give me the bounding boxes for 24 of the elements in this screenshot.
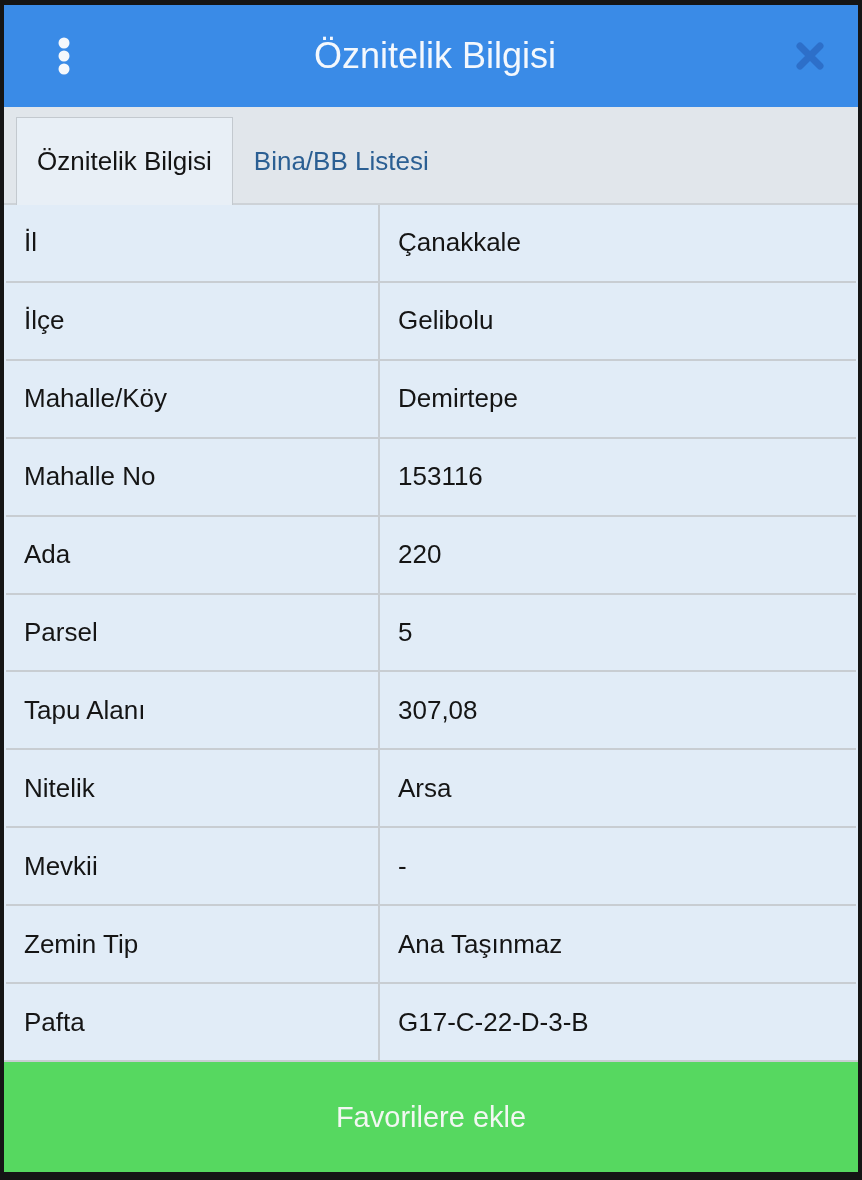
label-cell: Mahalle/Köy — [6, 360, 380, 437]
value-cell-text: 307,08 — [397, 693, 479, 727]
value-cell-text: Gelibolu — [397, 304, 495, 338]
label-cell: İl — [6, 205, 380, 281]
value-cell-text: 153116 — [397, 460, 484, 494]
value-cell-text: G17-C-22-D-3-B — [397, 1005, 590, 1039]
value-cell-text: 5 — [397, 616, 414, 649]
window-title: Öznitelik Bilgisi — [313, 35, 557, 77]
value-cell-text: Demirtepe — [397, 382, 519, 416]
label-cell: Nitelik — [6, 750, 380, 827]
label-cell: Mahalle No — [6, 438, 380, 515]
value-cell-text: Ana Taşınmaz — [397, 927, 564, 961]
value-cell-text: Çanakkale — [397, 226, 522, 260]
label-cell: Ada — [6, 516, 380, 593]
value-cell-text: Arsa — [397, 771, 453, 805]
label-cell: Tapu Alanı — [6, 672, 380, 749]
tab[interactable]: Bina/BB Listesi — [232, 117, 450, 205]
value-cell-text: - — [397, 849, 408, 883]
label-cell: İlçe — [6, 282, 380, 359]
value-cell-text: 220 — [397, 538, 443, 572]
label-cell: Zemin Tip — [6, 906, 380, 983]
tab[interactable]: Öznitelik Bilgisi — [16, 117, 233, 205]
label-cell: Parsel — [6, 594, 380, 671]
label-cell: Mevkii — [6, 828, 380, 905]
